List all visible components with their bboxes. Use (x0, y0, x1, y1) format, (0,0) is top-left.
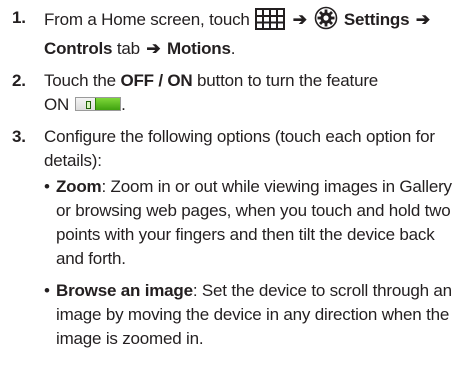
settings-label: Settings (343, 10, 410, 29)
on-toggle-icon (75, 97, 122, 111)
step-number: 1. (12, 8, 26, 27)
step-number: 3. (12, 127, 26, 146)
bullet: • (44, 177, 50, 196)
step-1-text: From a Home screen, touch ➔ Settings ➔ C… (44, 6, 463, 61)
arrow-icon: ➔ (292, 10, 307, 29)
bullet: • (44, 281, 50, 300)
list-item: • Zoom: Zoom in or out while viewing ima… (44, 175, 463, 271)
options-list: • Zoom: Zoom in or out while viewing ima… (44, 175, 463, 351)
list-item: • Browse an image: Set the device to scr… (44, 279, 463, 351)
option-description: : Zoom in or out while viewing images in… (56, 177, 452, 268)
option-term: Zoom (56, 177, 102, 196)
option-term: Browse an image (56, 281, 193, 300)
settings-gear-icon (314, 6, 338, 37)
apps-grid-icon (255, 8, 286, 37)
step-2: 2. Touch the OFF / ON button to turn the… (12, 69, 463, 117)
instruction-page: 1. From a Home screen, touch ➔ Settings … (0, 0, 473, 387)
step-1: 1. From a Home screen, touch ➔ Settings … (12, 6, 463, 61)
step-number: 2. (12, 71, 26, 90)
step-2-text: Touch the OFF / ON button to turn the fe… (44, 71, 379, 114)
off-on-button-label: OFF / ON (120, 71, 193, 90)
controls-label: Controls (44, 39, 113, 58)
motions-label: Motions (166, 39, 231, 58)
arrow-icon: ➔ (146, 39, 161, 58)
step-3: 3. Configure the following options (touc… (12, 125, 463, 359)
step-3-text: Configure the following options (touch e… (44, 125, 463, 359)
arrow-icon: ➔ (415, 10, 430, 29)
